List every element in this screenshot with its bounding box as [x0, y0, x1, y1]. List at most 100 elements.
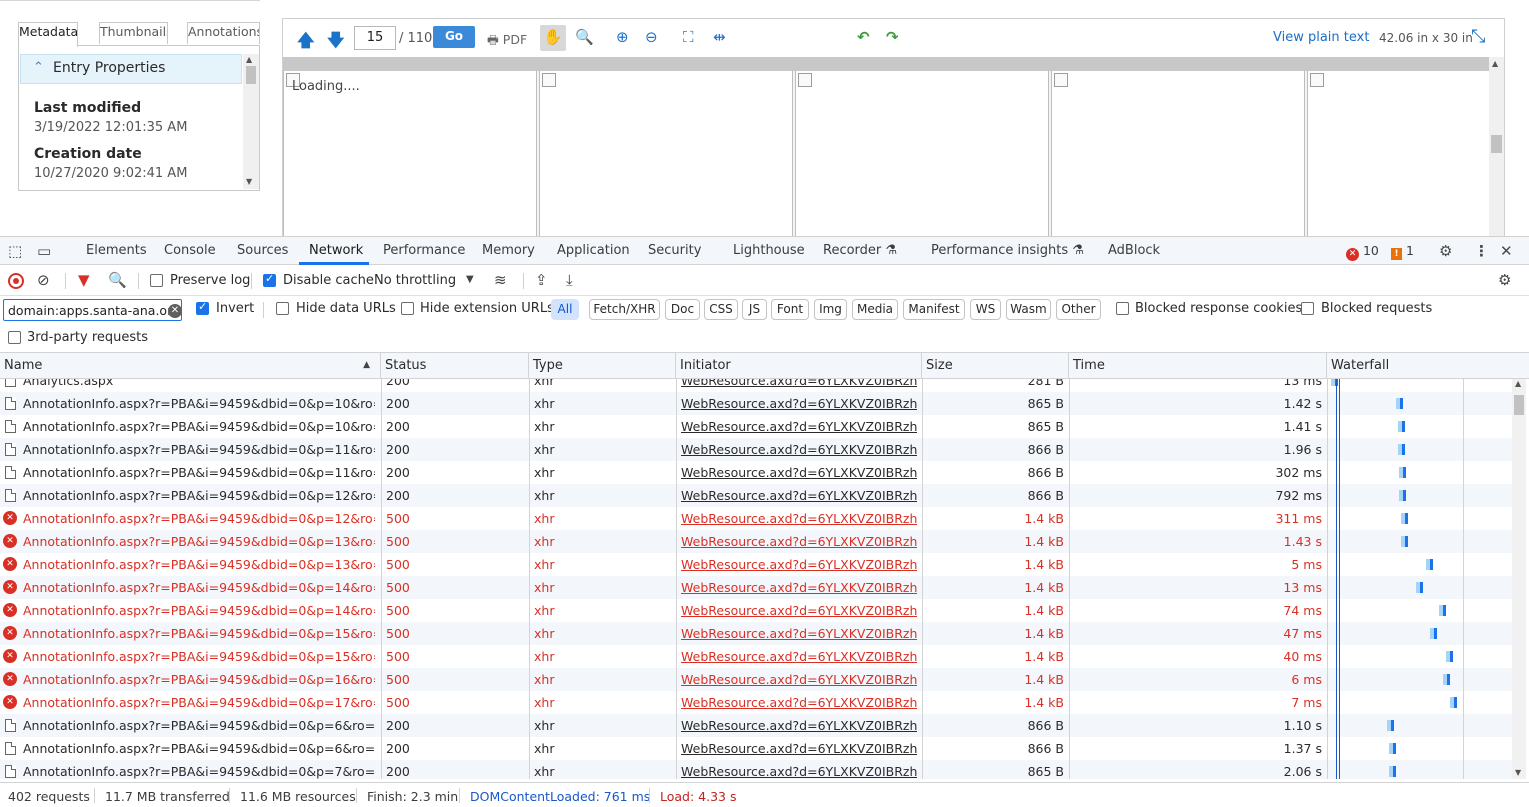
- request-initiator[interactable]: WebResource.axd?d=6YLXKVZ0IBRzhD...: [681, 465, 917, 480]
- third-party-requests-checkbox[interactable]: [8, 331, 21, 344]
- network-settings-gear-icon[interactable]: ⚙: [1498, 271, 1511, 289]
- filter-type-wasm[interactable]: Wasm: [1006, 299, 1051, 320]
- tab-application[interactable]: Application: [557, 243, 630, 258]
- request-row[interactable]: ✕ AnnotationInfo.aspx?r=PBA&i=9459&dbid=0…: [0, 576, 1512, 599]
- request-initiator[interactable]: WebResource.axd?d=6YLXKVZ0IBRzhD...: [681, 695, 917, 710]
- request-row[interactable]: ✕ AnnotationInfo.aspx?r=PBA&i=9459&dbid=0…: [0, 553, 1512, 576]
- tab-performance[interactable]: Performance: [383, 243, 465, 258]
- column-initiator[interactable]: Initiator: [676, 353, 922, 379]
- export-har-download-icon[interactable]: ⤓: [566, 271, 573, 289]
- device-toolbar-icon[interactable]: ▭: [37, 242, 51, 260]
- inspect-element-icon[interactable]: ⬚: [8, 242, 22, 260]
- clear-filter-icon[interactable]: ✕: [168, 304, 181, 318]
- request-initiator[interactable]: WebResource.axd?d=6YLXKVZ0IBRzhD...: [681, 488, 917, 503]
- scroll-thumb[interactable]: [246, 66, 256, 84]
- fit-width-icon[interactable]: ⇹: [713, 28, 726, 46]
- filter-type-fetch-xhr[interactable]: Fetch/XHR: [589, 299, 660, 320]
- filter-type-manifest[interactable]: Manifest: [903, 299, 965, 320]
- tab-security[interactable]: Security: [648, 243, 701, 258]
- fit-page-icon[interactable]: ⛶: [683, 28, 694, 46]
- column-type[interactable]: Type: [529, 353, 676, 379]
- disable-cache-checkbox[interactable]: [263, 272, 276, 287]
- column-waterfall[interactable]: Waterfall: [1327, 353, 1527, 379]
- zoom-out-icon[interactable]: ⊖: [645, 28, 658, 46]
- request-initiator[interactable]: WebResource.axd?d=6YLXKVZ0IBRzhD...: [681, 672, 917, 687]
- page-thumbnail[interactable]: [1051, 71, 1305, 237]
- tab-console[interactable]: Console: [164, 243, 216, 258]
- request-initiator[interactable]: WebResource.axd?d=6YLXKVZ0IBRzhD...: [681, 580, 917, 595]
- request-row[interactable]: AnnotationInfo.aspx?r=PBA&i=9459&dbid=0&…: [0, 415, 1512, 438]
- request-row[interactable]: ✕ AnnotationInfo.aspx?r=PBA&i=9459&dbid=0…: [0, 530, 1512, 553]
- request-row[interactable]: AnnotationInfo.aspx?r=PBA&i=9459&dbid=0&…: [0, 461, 1512, 484]
- rotate-left-icon[interactable]: ↶: [857, 28, 870, 46]
- expand-icon[interactable]: ⤡: [1471, 26, 1485, 47]
- request-row[interactable]: AnnotationInfo.aspx?r=PBA&i=9459&dbid=0&…: [0, 438, 1512, 461]
- tab-elements[interactable]: Elements: [86, 243, 147, 258]
- column-status[interactable]: Status: [381, 353, 529, 379]
- page-thumbnail[interactable]: [795, 71, 1049, 237]
- request-initiator[interactable]: WebResource.axd?d=6YLXKVZ0IBRzhD...: [681, 741, 917, 756]
- filter-type-media[interactable]: Media: [852, 299, 898, 320]
- page-thumbnail[interactable]: [539, 71, 793, 237]
- invert-checkbox[interactable]: [196, 300, 209, 315]
- request-initiator[interactable]: WebResource.axd?d=6YLXKVZ0IBRzhD...: [681, 718, 917, 733]
- filter-type-other[interactable]: Other: [1056, 299, 1101, 320]
- tab-adblock[interactable]: AdBlock: [1108, 243, 1160, 258]
- request-initiator[interactable]: WebResource.axd?d=6YLXKVZ0IBRzhD...: [681, 396, 917, 411]
- request-initiator[interactable]: WebResource.axd?d=6YLXKVZ0IBRzhD...: [681, 649, 917, 664]
- clear-icon[interactable]: ⊘: [37, 271, 50, 289]
- request-initiator[interactable]: WebResource.axd?d=6YLXKVZ0IBRzhD...: [681, 764, 917, 779]
- tab-metadata[interactable]: Metadata: [18, 22, 78, 47]
- filter-type-js[interactable]: JS: [742, 299, 767, 320]
- request-initiator[interactable]: WebResource.axd?d=6YLXKVZ0IBRzhD...: [681, 419, 917, 434]
- request-initiator[interactable]: WebResource.axd?d=6YLXKVZ0IBRzhD...: [681, 442, 917, 457]
- filter-input[interactable]: domain:apps.santa-ana.org ✕: [3, 299, 182, 321]
- search-icon[interactable]: 🔍: [108, 271, 127, 289]
- filter-type-img[interactable]: Img: [814, 299, 847, 320]
- hide-data-urls-checkbox[interactable]: [276, 302, 289, 315]
- previous-page-arrow-icon[interactable]: 🡅: [297, 28, 314, 57]
- zoom-in-icon[interactable]: ⊕: [616, 28, 629, 46]
- filter-type-font[interactable]: Font: [771, 299, 809, 320]
- request-list-scrollbar[interactable]: ▲ ▼: [1512, 379, 1526, 779]
- request-row[interactable]: ✕ AnnotationInfo.aspx?r=PBA&i=9459&dbid=0…: [0, 507, 1512, 530]
- request-initiator[interactable]: WebResource.axd?d=6YLXKVZ0IBRzhD...: [681, 603, 917, 618]
- request-initiator[interactable]: WebResource.axd?d=6YLXKVZ0IBRzhD...: [681, 511, 917, 526]
- blocked-requests-checkbox[interactable]: [1301, 302, 1314, 315]
- filter-funnel-icon[interactable]: ▼: [78, 271, 90, 289]
- import-har-upload-icon[interactable]: ⇪: [535, 271, 548, 289]
- throttling-select[interactable]: No throttling: [374, 273, 456, 288]
- tab-performance-insights[interactable]: Performance insights ⚗: [931, 243, 1084, 258]
- scroll-thumb[interactable]: [1491, 135, 1502, 153]
- filter-type-all[interactable]: All: [551, 299, 579, 320]
- pan-hand-icon[interactable]: ✋: [540, 25, 566, 51]
- hide-extension-urls-checkbox[interactable]: [401, 302, 414, 315]
- request-row[interactable]: AnnotationInfo.aspx?r=PBA&i=9459&dbid=0&…: [0, 737, 1512, 760]
- scroll-down-icon[interactable]: ▼: [1515, 768, 1521, 777]
- page-scrollbar[interactable]: [1514, 0, 1529, 236]
- tab-sources[interactable]: Sources: [237, 243, 288, 258]
- record-stop-icon[interactable]: [8, 273, 24, 289]
- tab-lighthouse[interactable]: Lighthouse: [733, 243, 805, 258]
- request-row[interactable]: ✕ AnnotationInfo.aspx?r=PBA&i=9459&dbid=0…: [0, 645, 1512, 668]
- request-row[interactable]: ✕ AnnotationInfo.aspx?r=PBA&i=9459&dbid=0…: [0, 691, 1512, 714]
- request-row[interactable]: AnnotationInfo.aspx?r=PBA&i=9459&dbid=0&…: [0, 392, 1512, 415]
- request-row[interactable]: AnnotationInfo.aspx?r=PBA&i=9459&dbid=0&…: [0, 484, 1512, 507]
- network-conditions-wifi-icon[interactable]: ≋: [494, 271, 507, 289]
- filter-type-css[interactable]: CSS: [704, 299, 738, 320]
- request-initiator[interactable]: WebResource.axd?d=6YLXKVZ0IBRzhD...: [681, 534, 917, 549]
- close-devtools-icon[interactable]: ✕: [1500, 242, 1513, 260]
- zoom-search-icon[interactable]: 🔍: [575, 28, 594, 46]
- scroll-up-icon[interactable]: ▲: [246, 55, 252, 64]
- request-row[interactable]: ✕ AnnotationInfo.aspx?r=PBA&i=9459&dbid=0…: [0, 622, 1512, 645]
- next-page-arrow-icon[interactable]: 🡇: [327, 28, 344, 57]
- tab-thumbnails[interactable]: Thumbnails: [99, 22, 168, 44]
- column-size[interactable]: Size: [922, 353, 1069, 379]
- column-name[interactable]: Name ▲: [0, 353, 381, 379]
- error-count-badge[interactable]: ✕ 10: [1346, 243, 1379, 261]
- request-row[interactable]: ✕ AnnotationInfo.aspx?r=PBA&i=9459&dbid=0…: [0, 668, 1512, 691]
- dropdown-caret-icon[interactable]: ▼: [466, 274, 474, 285]
- settings-gear-icon[interactable]: ⚙: [1439, 242, 1452, 260]
- tab-network[interactable]: Network: [309, 243, 363, 258]
- scroll-thumb[interactable]: [1514, 395, 1524, 415]
